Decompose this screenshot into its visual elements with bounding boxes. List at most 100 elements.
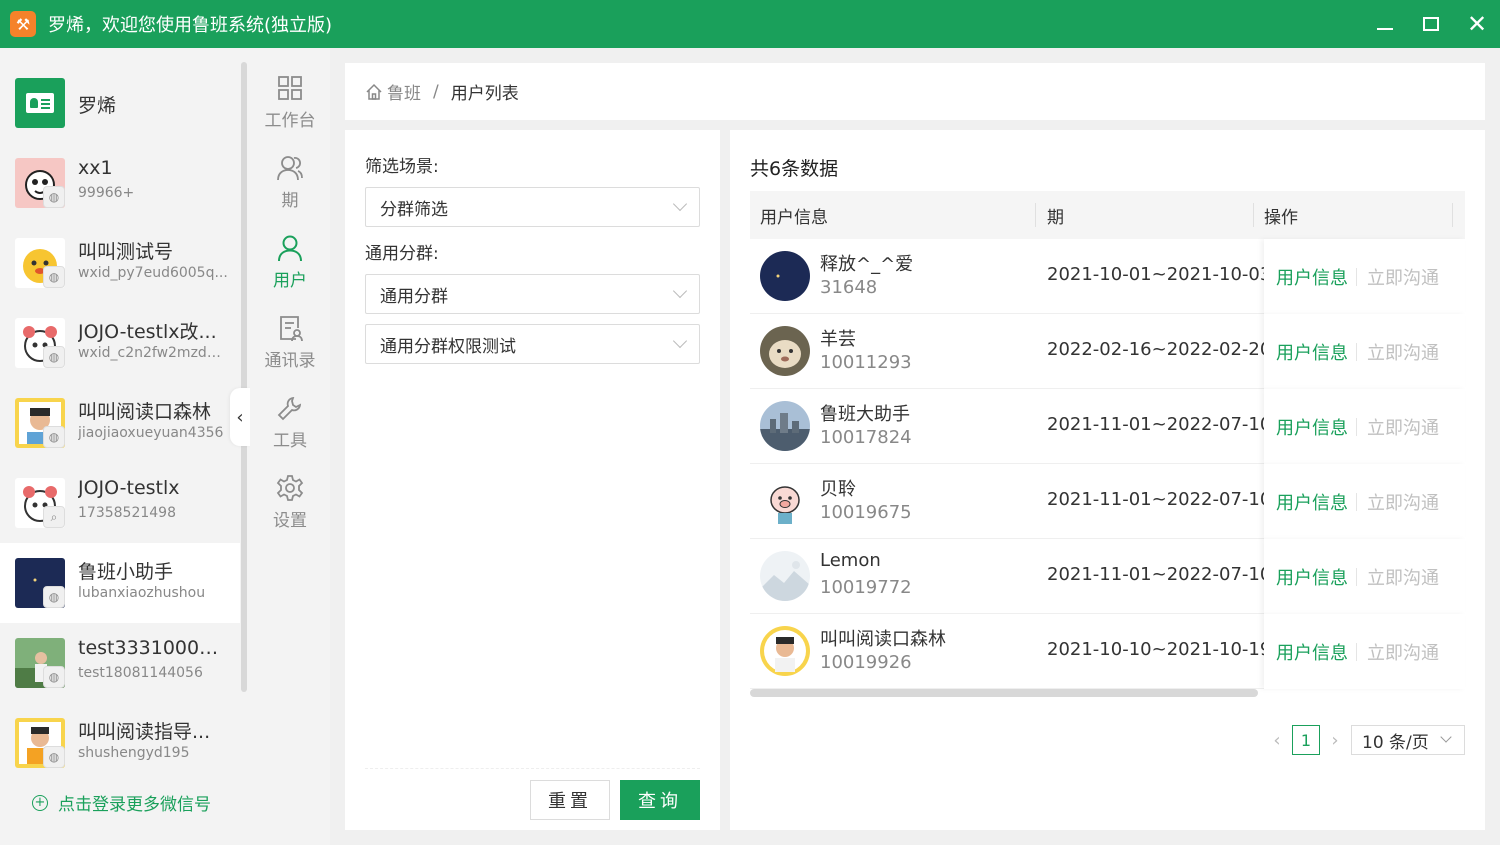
header-user-info: 用户信息: [760, 207, 828, 228]
nav-label: 设置: [273, 511, 307, 531]
contacts-icon: [280, 316, 303, 342]
breadcrumb: 鲁班 / 用户列表: [345, 63, 1485, 120]
table-header: 用户信息 期 操作: [750, 191, 1465, 239]
pagination: ‹ 1 ›: [1265, 725, 1347, 755]
nav-item-workbench[interactable]: 工作台: [250, 70, 330, 144]
user-name: 叫叫阅读口森林: [820, 629, 946, 650]
record-count: 共6条数据: [750, 158, 839, 180]
user-id: 10019675: [820, 502, 912, 523]
account-item[interactable]: ⌕ JOJO-testlx 17358521498: [0, 463, 240, 543]
chat-now-link[interactable]: 立即沟通: [1367, 489, 1439, 515]
user-table-panel: 共6条数据 用户信息 期 操作 释放^_^爱 31648 2021-10-01~…: [730, 130, 1485, 830]
account-item[interactable]: ◍ xx1 99966+: [0, 143, 240, 223]
chat-now-link[interactable]: 立即沟通: [1367, 264, 1439, 290]
filter-panel: 筛选场景: 分群筛选 通用分群: 通用分群 通用分群权限测试 重置 查询: [345, 130, 720, 830]
account-item[interactable]: ◍ test33310000... test18081144056: [0, 623, 240, 703]
maximize-button[interactable]: [1408, 0, 1454, 48]
actions-cell: 用户信息 立即沟通: [1264, 614, 1465, 689]
breadcrumb-home[interactable]: 鲁班: [365, 79, 421, 104]
chevron-down-icon: [1440, 731, 1452, 743]
account-item[interactable]: ◍ 叫叫阅读口森林 jiaojiaoxueyuan4356: [0, 383, 240, 463]
account-name: 叫叫测试号: [78, 241, 174, 263]
wechat-badge-icon: ◍: [43, 186, 65, 208]
avatar: [760, 251, 810, 301]
account-sub: shushengyd195: [78, 745, 190, 761]
user-period: 2022-02-16~2022-02-20: [1047, 339, 1272, 360]
actions-cell: 用户信息 立即沟通: [1264, 389, 1465, 464]
avatar: [760, 401, 810, 451]
window-title: 罗烯，欢迎您使用鲁班系统(独立版): [48, 15, 333, 36]
avatar: [760, 326, 810, 376]
actions-cell: 用户信息 立即沟通: [1264, 314, 1465, 389]
breadcrumb-separator: /: [433, 81, 439, 102]
next-page-button[interactable]: ›: [1323, 725, 1347, 755]
user-name: 贝聆: [820, 479, 856, 500]
account-list-scrollbar[interactable]: [241, 62, 247, 692]
account-list: 罗烯 ◍ xx1 99966+ ◍ 叫叫测试号 wxid_py7eud6005q…: [0, 48, 240, 773]
table-row: 鲁班大助手 10017824 2021-11-01~2022-07-10 用户信…: [750, 389, 1465, 464]
nav-item-contacts[interactable]: 通讯录: [250, 310, 330, 384]
login-more-link[interactable]: + 点击登录更多微信号: [32, 790, 211, 815]
chevron-down-icon: [672, 196, 688, 212]
nav-item-settings[interactable]: 设置: [250, 470, 330, 544]
wechat-badge-icon: ◍: [43, 426, 65, 448]
prev-page-button[interactable]: ‹: [1265, 725, 1289, 755]
page-size-select[interactable]: 10 条/页: [1351, 725, 1465, 755]
account-item[interactable]: ◍ 叫叫阅读指导... shushengyd195: [0, 703, 240, 773]
gear-icon: [276, 475, 304, 501]
account-sub: test18081144056: [78, 665, 203, 681]
scene-select[interactable]: 分群筛选: [365, 187, 700, 227]
users-icon: [277, 156, 303, 181]
account-sub: wxid_c2n2fw2mzd0...: [78, 345, 228, 361]
scene-label: 筛选场景:: [365, 157, 439, 177]
account-name: 叫叫阅读指导...: [78, 721, 211, 743]
nav-item-user[interactable]: 用户: [250, 230, 330, 304]
user-name: Lemon: [820, 550, 881, 571]
user-name: 鲁班大助手: [820, 404, 910, 425]
user-info-link[interactable]: 用户信息: [1276, 339, 1348, 365]
action-divider: [1356, 493, 1357, 511]
chat-now-link[interactable]: 立即沟通: [1367, 564, 1439, 590]
account-item-active[interactable]: ◍ 鲁班小助手 lubanxiaozhushou: [0, 543, 240, 623]
wrench-icon: [277, 396, 302, 421]
nav-label: 通讯录: [264, 351, 316, 371]
user-info-link[interactable]: 用户信息: [1276, 414, 1348, 440]
user-info-link[interactable]: 用户信息: [1276, 264, 1348, 290]
user-info-link[interactable]: 用户信息: [1276, 639, 1348, 665]
account-sub: jiaojiaoxueyuan4356: [78, 425, 224, 441]
user-id: 10019926: [820, 652, 912, 673]
reset-button[interactable]: 重置: [530, 780, 610, 820]
close-icon: ✕: [1466, 10, 1488, 38]
group-select[interactable]: 通用分群: [365, 274, 700, 314]
minimize-button[interactable]: [1362, 0, 1408, 48]
table-horizontal-scrollbar[interactable]: [750, 689, 1258, 697]
collapse-sidebar-button[interactable]: ‹: [230, 388, 250, 446]
user-id: 10019772: [820, 577, 912, 598]
chat-now-link[interactable]: 立即沟通: [1367, 414, 1439, 440]
chat-now-link[interactable]: 立即沟通: [1367, 639, 1439, 665]
close-button[interactable]: ✕: [1454, 0, 1500, 48]
user-info-link[interactable]: 用户信息: [1276, 564, 1348, 590]
page-number-current[interactable]: 1: [1292, 725, 1320, 755]
luban-logo-icon: ⚒: [10, 11, 36, 37]
chat-now-link[interactable]: 立即沟通: [1367, 339, 1439, 365]
nav-item-period[interactable]: 期: [250, 150, 330, 224]
account-self[interactable]: 罗烯: [0, 63, 240, 143]
account-item[interactable]: ◍ JOJO-testlx改... wxid_c2n2fw2mzd0...: [0, 303, 240, 383]
user-id: 10017824: [820, 427, 912, 448]
subgroup-select[interactable]: 通用分群权限测试: [365, 324, 700, 364]
login-more-label: 点击登录更多微信号: [58, 795, 211, 815]
chevron-left-icon: ‹: [236, 406, 244, 428]
account-sub: lubanxiaozhushou: [78, 585, 206, 601]
user-name: 释放^_^爱: [820, 254, 914, 275]
user-period: 2021-10-01~2021-10-03: [1047, 264, 1272, 285]
user-name: 羊芸: [820, 329, 856, 350]
action-divider: [1356, 343, 1357, 361]
nav-item-tools[interactable]: 工具: [250, 390, 330, 464]
account-sub: 17358521498: [78, 505, 176, 521]
user-info-link[interactable]: 用户信息: [1276, 489, 1348, 515]
header-period: 期: [1047, 207, 1064, 228]
account-item[interactable]: ◍ 叫叫测试号 wxid_py7eud6005q...: [0, 223, 240, 303]
user-id: 31648: [820, 277, 878, 298]
query-button[interactable]: 查询: [620, 780, 700, 820]
